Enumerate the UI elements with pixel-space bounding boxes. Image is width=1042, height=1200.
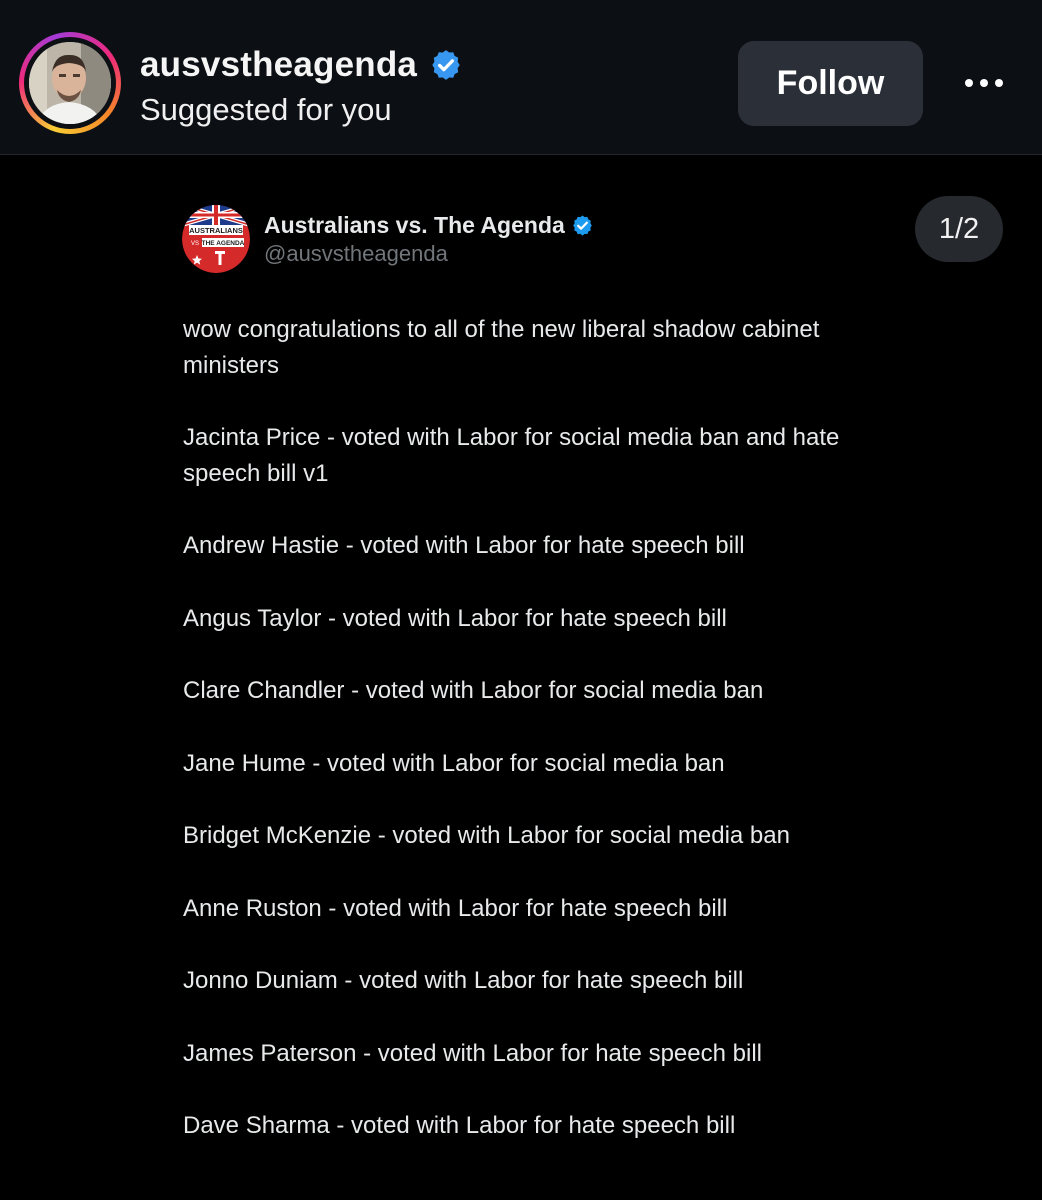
tweet-paragraph: Clare Chandler - voted with Labor for so… (183, 677, 764, 704)
tweet-paragraph: Andrew Hastie - voted with Labor for hat… (183, 532, 745, 559)
tweet-paragraph: Jonno Duniam - voted with Labor for hate… (183, 967, 744, 994)
australians-vs-agenda-logo-icon: AUSTRALIANS VS THE AGENDA (182, 205, 250, 273)
svg-text:AUSTRALIANS: AUSTRALIANS (189, 226, 243, 235)
tweet-paragraph: Jane Hume - voted with Labor for social … (183, 750, 725, 777)
verified-badge-icon (432, 50, 460, 80)
more-horizontal-icon (965, 79, 973, 87)
tweet-handle: @ausvstheagenda (264, 241, 448, 266)
more-options-button[interactable] (956, 60, 1012, 106)
post-header: ausvstheagenda Suggested for you Follow (0, 0, 1042, 155)
username-row: ausvstheagenda (140, 42, 463, 88)
follow-button[interactable]: Follow (738, 41, 923, 126)
profile-avatar (29, 42, 111, 124)
post-screen: ausvstheagenda Suggested for you Follow (0, 0, 1042, 1200)
story-ring[interactable] (19, 32, 121, 134)
svg-text:THE AGENDA: THE AGENDA (202, 240, 245, 247)
tweet-paragraph: Bridget McKenzie - voted with Labor for … (183, 822, 790, 849)
tweet-author-logo: AUSTRALIANS VS THE AGENDA (182, 205, 250, 273)
verified-badge-icon (573, 214, 592, 236)
tweet-author-row: Australians vs. The Agenda (264, 210, 594, 240)
tweet-paragraph: Dave Sharma - voted with Labor for hate … (183, 1112, 736, 1139)
tweet-paragraph: Anne Ruston - voted with Labor for hate … (183, 895, 728, 922)
tweet-paragraph: Jacinta Price - voted with Labor for soc… (183, 424, 847, 487)
suggested-label: Suggested for you (140, 92, 392, 127)
tweet-paragraph: James Paterson - voted with Labor for ha… (183, 1040, 762, 1067)
tweet-paragraph: wow congratulations to all of the new li… (183, 316, 827, 379)
username[interactable]: ausvstheagenda (140, 45, 417, 85)
svg-text:VS: VS (191, 241, 199, 247)
carousel-page-counter: 1/2 (915, 196, 1003, 262)
person-photo-icon (29, 42, 111, 124)
tweet-paragraph: Angus Taylor - voted with Labor for hate… (183, 605, 727, 632)
tweet-display-name: Australians vs. The Agenda (264, 211, 565, 238)
